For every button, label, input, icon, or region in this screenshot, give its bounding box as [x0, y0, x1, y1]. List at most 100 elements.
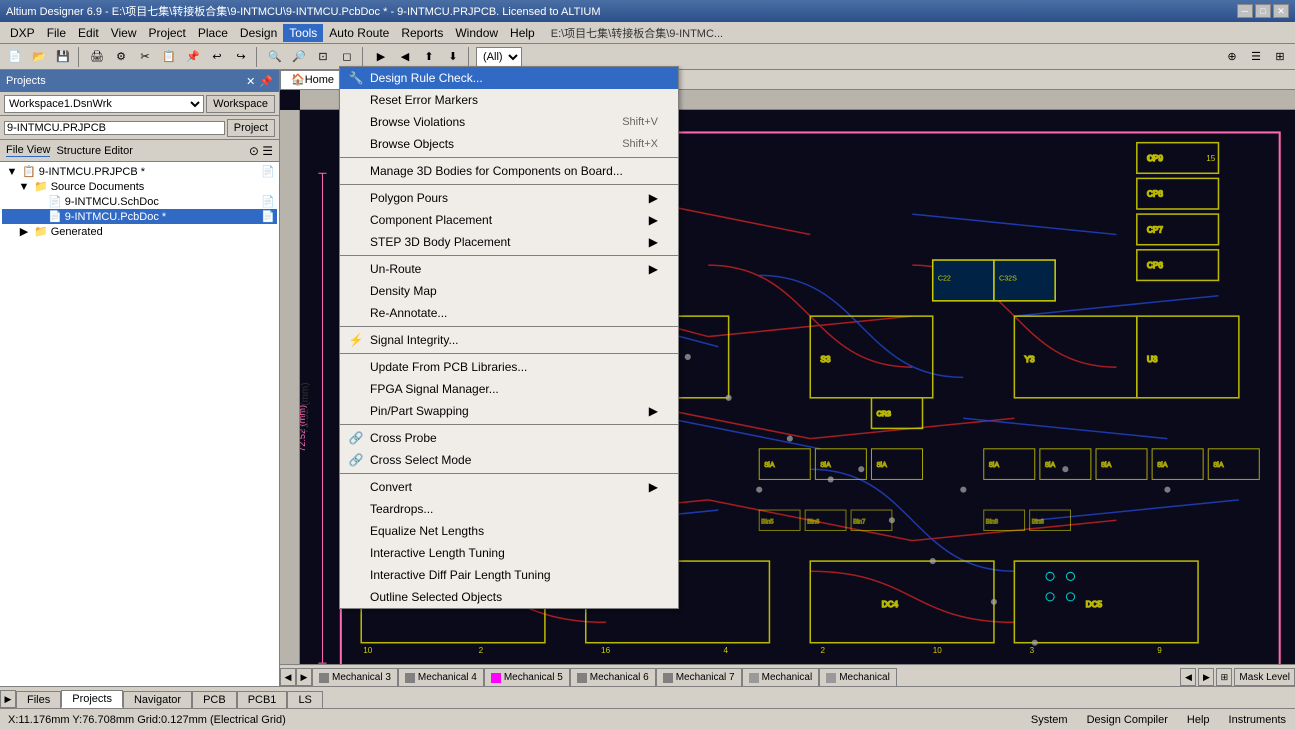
canvas-tab-home[interactable]: 🏠 Home: [280, 70, 345, 90]
menu-cross-probe[interactable]: 🔗 Cross Probe: [340, 427, 678, 449]
layer-tab-mech7[interactable]: Mechanical 7: [656, 668, 742, 686]
tb-btn-10[interactable]: ◀: [394, 46, 416, 68]
panel-pin-icon[interactable]: 📌: [259, 75, 273, 88]
menu-equalize-net[interactable]: Equalize Net Lengths: [340, 520, 678, 542]
menu-interactive-diff[interactable]: Interactive Diff Pair Length Tuning: [340, 564, 678, 586]
status-instruments[interactable]: Instruments: [1220, 710, 1295, 730]
layer-more-btn[interactable]: ⊞: [1216, 668, 1232, 686]
maximize-button[interactable]: □: [1255, 4, 1271, 18]
menu-autoroute[interactable]: Auto Route: [323, 24, 395, 42]
minimize-button[interactable]: ─: [1237, 4, 1253, 18]
layer-tab-mech-a1[interactable]: Mechanical: [742, 668, 820, 686]
layer-nav-prev[interactable]: ◀: [280, 668, 296, 686]
menu-polygon-pours[interactable]: Polygon Pours ▶: [340, 187, 678, 209]
tb-btn-2[interactable]: ⚙: [110, 46, 132, 68]
menu-tools[interactable]: Tools: [283, 24, 323, 42]
menu-manage-3d[interactable]: Manage 3D Bodies for Components on Board…: [340, 160, 678, 182]
layer-scroll-left[interactable]: ◀: [1180, 668, 1196, 686]
menu-help[interactable]: Help: [504, 24, 541, 42]
expand-icon-source[interactable]: ▼: [16, 181, 32, 193]
tb-btn-12[interactable]: ⬇: [442, 46, 464, 68]
menu-browse-violations[interactable]: Browse Violations Shift+V: [340, 111, 678, 133]
menu-edit[interactable]: Edit: [72, 24, 105, 42]
tb-btn-3[interactable]: ✂: [134, 46, 156, 68]
tb-btn-8[interactable]: ◻: [336, 46, 358, 68]
menu-component-placement[interactable]: Component Placement ▶: [340, 209, 678, 231]
menu-re-annotate[interactable]: Re-Annotate...: [340, 302, 678, 324]
status-help[interactable]: Help: [1178, 710, 1219, 730]
tb-btn-11[interactable]: ⬆: [418, 46, 440, 68]
bottom-tab-ls[interactable]: LS: [287, 691, 322, 708]
layer-tab-mech-a2[interactable]: Mechanical: [819, 668, 897, 686]
tree-item-pcbdoc[interactable]: 📄 9-INTMCU.PcbDoc * 📄: [2, 209, 277, 224]
zoom-in-button[interactable]: 🔍: [264, 46, 286, 68]
new-button[interactable]: 📄: [4, 46, 26, 68]
menu-fpga-signal[interactable]: FPGA Signal Manager...: [340, 378, 678, 400]
workspace-button[interactable]: Workspace: [206, 95, 275, 113]
menu-view[interactable]: View: [105, 24, 143, 42]
layer-tab-mech3[interactable]: Mechanical 3: [312, 668, 398, 686]
tb-btn-7[interactable]: ↪: [230, 46, 252, 68]
close-button[interactable]: ✕: [1273, 4, 1289, 18]
bottom-tab-pcb1[interactable]: PCB1: [237, 691, 288, 708]
expand-icon[interactable]: ▼: [4, 166, 20, 178]
file-view-label[interactable]: File View: [6, 144, 50, 157]
print-button[interactable]: 🖨: [86, 46, 108, 68]
panel-close-icon[interactable]: ✕: [246, 75, 255, 88]
menu-teardrops[interactable]: Teardrops...: [340, 498, 678, 520]
project-button[interactable]: Project: [227, 119, 275, 137]
menu-browse-objects[interactable]: Browse Objects Shift+X: [340, 133, 678, 155]
menu-pin-part-swap[interactable]: Pin/Part Swapping ▶: [340, 400, 678, 422]
open-button[interactable]: 📂: [28, 46, 50, 68]
menu-step-3d[interactable]: STEP 3D Body Placement ▶: [340, 231, 678, 253]
menu-interactive-length[interactable]: Interactive Length Tuning: [340, 542, 678, 564]
menu-convert[interactable]: Convert ▶: [340, 476, 678, 498]
menu-window[interactable]: Window: [449, 24, 504, 42]
menu-reset-error[interactable]: Reset Error Markers: [340, 89, 678, 111]
layer-scroll-right[interactable]: ▶: [1198, 668, 1214, 686]
tree-item-schdoc[interactable]: 📄 9-INTMCU.SchDoc 📄: [2, 194, 277, 209]
menu-reports[interactable]: Reports: [395, 24, 449, 42]
menu-place[interactable]: Place: [192, 24, 234, 42]
tb-btn-5[interactable]: 📌: [182, 46, 204, 68]
menu-update-from-pcb[interactable]: Update From PCB Libraries...: [340, 356, 678, 378]
menu-signal-integrity[interactable]: ⚡ Signal Integrity...: [340, 329, 678, 351]
layer-tab-mech4[interactable]: Mechanical 4: [398, 668, 484, 686]
expand-icon-generated[interactable]: ▶: [16, 225, 32, 238]
tree-item-generated[interactable]: ▶ 📁 Generated: [2, 224, 277, 239]
menu-un-route[interactable]: Un-Route ▶: [340, 258, 678, 280]
status-design-compiler[interactable]: Design Compiler: [1078, 710, 1177, 730]
zoom-out-button[interactable]: 🔎: [288, 46, 310, 68]
expand-icon-sch[interactable]: [30, 196, 46, 208]
expand-icon-pcb[interactable]: [30, 211, 46, 223]
menu-design-rule-check[interactable]: 🔧 Design Rule Check...: [340, 67, 678, 89]
menu-design[interactable]: Design: [234, 24, 283, 42]
save-button[interactable]: 💾: [52, 46, 74, 68]
view-icon-2[interactable]: ☰: [262, 144, 273, 158]
tb-btn-6[interactable]: ↩: [206, 46, 228, 68]
layer-nav-next[interactable]: ▶: [296, 668, 312, 686]
structure-editor-label[interactable]: Structure Editor: [56, 145, 132, 157]
menu-outline-selected[interactable]: Outline Selected Objects: [340, 586, 678, 608]
tb-btn-4[interactable]: 📋: [158, 46, 180, 68]
tb-extra-2[interactable]: ☰: [1245, 46, 1267, 68]
tree-item-source[interactable]: ▼ 📁 Source Documents: [2, 179, 277, 194]
menu-cross-select[interactable]: 🔗 Cross Select Mode: [340, 449, 678, 471]
bottom-nav-arrow[interactable]: ▶: [0, 690, 16, 708]
menu-file[interactable]: File: [41, 24, 72, 42]
bottom-tab-projects[interactable]: Projects: [61, 690, 123, 708]
tb-extra-1[interactable]: ⊕: [1221, 46, 1243, 68]
layer-tab-mech5[interactable]: Mechanical 5: [484, 668, 570, 686]
all-dropdown[interactable]: (All): [476, 47, 522, 67]
bottom-tab-pcb[interactable]: PCB: [192, 691, 237, 708]
status-system[interactable]: System: [1022, 710, 1077, 730]
tree-item-prjpcb[interactable]: ▼ 📋 9-INTMCU.PRJPCB * 📄: [2, 164, 277, 179]
menu-dxp[interactable]: DXP: [4, 24, 41, 42]
tb-extra-3[interactable]: ⊞: [1269, 46, 1291, 68]
tb-btn-9[interactable]: ▶: [370, 46, 392, 68]
bottom-tab-files[interactable]: Files: [16, 691, 61, 708]
mask-level-btn[interactable]: Mask Level: [1234, 668, 1295, 686]
workspace-combo[interactable]: Workspace1.DsnWrk: [4, 95, 204, 113]
bottom-tab-navigator[interactable]: Navigator: [123, 691, 192, 708]
zoom-fit-button[interactable]: ⊡: [312, 46, 334, 68]
